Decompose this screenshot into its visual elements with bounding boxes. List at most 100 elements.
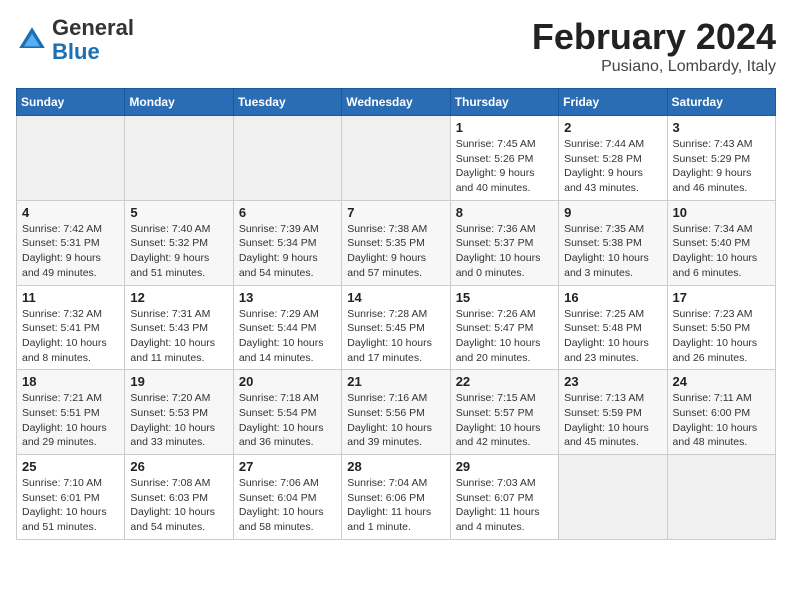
day-number: 17	[673, 290, 770, 305]
day-number: 6	[239, 205, 336, 220]
calendar-cell: 28Sunrise: 7:04 AM Sunset: 6:06 PM Dayli…	[342, 455, 450, 540]
day-number: 27	[239, 459, 336, 474]
header-cell-thursday: Thursday	[450, 89, 558, 116]
day-number: 16	[564, 290, 661, 305]
calendar-cell: 4 Sunrise: 7:42 AM Sunset: 5:31 PM Daylig…	[17, 200, 125, 285]
page-header: General Blue February 2024 Pusiano, Lomb…	[16, 16, 776, 76]
calendar-cell: 12 Sunrise: 7:31 AM Sunset: 5:43 PM Dayli…	[125, 285, 233, 370]
day-info: Sunrise: 7:21 AM Sunset: 5:51 PM Dayligh…	[22, 391, 119, 450]
day-number: 14	[347, 290, 444, 305]
calendar-cell	[667, 455, 775, 540]
day-info: Sunrise: 7:16 AM Sunset: 5:56 PM Dayligh…	[347, 391, 444, 450]
day-info: Sunrise: 7:20 AM Sunset: 5:53 PM Dayligh…	[130, 391, 227, 450]
calendar-cell: 14Sunrise: 7:28 AM Sunset: 5:45 PM Dayli…	[342, 285, 450, 370]
day-number: 8	[456, 205, 553, 220]
week-row-2: 11 Sunrise: 7:32 AM Sunset: 5:41 PM Dayli…	[17, 285, 776, 370]
calendar-cell: 9 Sunrise: 7:35 AM Sunset: 5:38 PM Daylig…	[559, 200, 667, 285]
day-number: 23	[564, 374, 661, 389]
day-info: Sunrise: 7:03 AM Sunset: 6:07 PM Dayligh…	[456, 476, 553, 535]
calendar-cell: 26 Sunrise: 7:08 AM Sunset: 6:03 PM Dayli…	[125, 455, 233, 540]
calendar-cell: 3 Sunrise: 7:43 AM Sunset: 5:29 PM Daylig…	[667, 116, 775, 201]
day-number: 12	[130, 290, 227, 305]
calendar-cell: 25 Sunrise: 7:10 AM Sunset: 6:01 PM Dayli…	[17, 455, 125, 540]
calendar-cell: 27 Sunrise: 7:06 AM Sunset: 6:04 PM Dayli…	[233, 455, 341, 540]
day-info: Sunrise: 7:40 AM Sunset: 5:32 PM Dayligh…	[130, 222, 227, 281]
day-number: 4	[22, 205, 119, 220]
day-number: 18	[22, 374, 119, 389]
week-row-0: 1Sunrise: 7:45 AM Sunset: 5:26 PM Daylig…	[17, 116, 776, 201]
calendar-cell: 16 Sunrise: 7:25 AM Sunset: 5:48 PM Dayli…	[559, 285, 667, 370]
calendar-cell: 21 Sunrise: 7:16 AM Sunset: 5:56 PM Dayli…	[342, 370, 450, 455]
day-number: 15	[456, 290, 553, 305]
day-info: Sunrise: 7:06 AM Sunset: 6:04 PM Dayligh…	[239, 476, 336, 535]
header-cell-friday: Friday	[559, 89, 667, 116]
day-number: 7	[347, 205, 444, 220]
calendar-cell: 23 Sunrise: 7:13 AM Sunset: 5:59 PM Dayli…	[559, 370, 667, 455]
day-info: Sunrise: 7:42 AM Sunset: 5:31 PM Dayligh…	[22, 222, 119, 281]
day-info: Sunrise: 7:04 AM Sunset: 6:06 PM Dayligh…	[347, 476, 444, 535]
header-cell-sunday: Sunday	[17, 89, 125, 116]
calendar-cell: 18 Sunrise: 7:21 AM Sunset: 5:51 PM Dayli…	[17, 370, 125, 455]
header-cell-tuesday: Tuesday	[233, 89, 341, 116]
day-info: Sunrise: 7:08 AM Sunset: 6:03 PM Dayligh…	[130, 476, 227, 535]
day-info: Sunrise: 7:10 AM Sunset: 6:01 PM Dayligh…	[22, 476, 119, 535]
calendar-cell: 7 Sunrise: 7:38 AM Sunset: 5:35 PM Daylig…	[342, 200, 450, 285]
calendar-cell	[342, 116, 450, 201]
day-info: Sunrise: 7:26 AM Sunset: 5:47 PM Dayligh…	[456, 307, 553, 366]
day-number: 24	[673, 374, 770, 389]
day-number: 19	[130, 374, 227, 389]
day-info: Sunrise: 7:35 AM Sunset: 5:38 PM Dayligh…	[564, 222, 661, 281]
calendar-cell: 1Sunrise: 7:45 AM Sunset: 5:26 PM Daylig…	[450, 116, 558, 201]
day-info: Sunrise: 7:23 AM Sunset: 5:50 PM Dayligh…	[673, 307, 770, 366]
calendar-cell: 10Sunrise: 7:34 AM Sunset: 5:40 PM Dayli…	[667, 200, 775, 285]
day-number: 29	[456, 459, 553, 474]
day-number: 26	[130, 459, 227, 474]
day-number: 10	[673, 205, 770, 220]
calendar-cell: 8 Sunrise: 7:36 AM Sunset: 5:37 PM Daylig…	[450, 200, 558, 285]
calendar-cell: 19 Sunrise: 7:20 AM Sunset: 5:53 PM Dayli…	[125, 370, 233, 455]
day-info: Sunrise: 7:36 AM Sunset: 5:37 PM Dayligh…	[456, 222, 553, 281]
title-block: February 2024 Pusiano, Lombardy, Italy	[532, 16, 776, 76]
week-row-3: 18 Sunrise: 7:21 AM Sunset: 5:51 PM Dayli…	[17, 370, 776, 455]
header-cell-monday: Monday	[125, 89, 233, 116]
calendar-cell	[17, 116, 125, 201]
day-info: Sunrise: 7:18 AM Sunset: 5:54 PM Dayligh…	[239, 391, 336, 450]
day-info: Sunrise: 7:29 AM Sunset: 5:44 PM Dayligh…	[239, 307, 336, 366]
calendar-body: 1Sunrise: 7:45 AM Sunset: 5:26 PM Daylig…	[17, 116, 776, 540]
day-number: 2	[564, 120, 661, 135]
calendar-cell: 11 Sunrise: 7:32 AM Sunset: 5:41 PM Dayli…	[17, 285, 125, 370]
calendar-cell: 13Sunrise: 7:29 AM Sunset: 5:44 PM Dayli…	[233, 285, 341, 370]
day-number: 5	[130, 205, 227, 220]
calendar-header: SundayMondayTuesdayWednesdayThursdayFrid…	[17, 89, 776, 116]
header-cell-saturday: Saturday	[667, 89, 775, 116]
day-info: Sunrise: 7:45 AM Sunset: 5:26 PM Dayligh…	[456, 137, 553, 196]
day-number: 9	[564, 205, 661, 220]
header-cell-wednesday: Wednesday	[342, 89, 450, 116]
day-number: 11	[22, 290, 119, 305]
header-row: SundayMondayTuesdayWednesdayThursdayFrid…	[17, 89, 776, 116]
calendar-cell: 24Sunrise: 7:11 AM Sunset: 6:00 PM Dayli…	[667, 370, 775, 455]
day-number: 21	[347, 374, 444, 389]
logo-icon	[16, 24, 48, 56]
day-info: Sunrise: 7:44 AM Sunset: 5:28 PM Dayligh…	[564, 137, 661, 196]
week-row-4: 25 Sunrise: 7:10 AM Sunset: 6:01 PM Dayli…	[17, 455, 776, 540]
calendar-cell: 2 Sunrise: 7:44 AM Sunset: 5:28 PM Daylig…	[559, 116, 667, 201]
day-info: Sunrise: 7:31 AM Sunset: 5:43 PM Dayligh…	[130, 307, 227, 366]
calendar-cell	[559, 455, 667, 540]
day-info: Sunrise: 7:15 AM Sunset: 5:57 PM Dayligh…	[456, 391, 553, 450]
day-info: Sunrise: 7:43 AM Sunset: 5:29 PM Dayligh…	[673, 137, 770, 196]
day-info: Sunrise: 7:32 AM Sunset: 5:41 PM Dayligh…	[22, 307, 119, 366]
day-number: 25	[22, 459, 119, 474]
day-info: Sunrise: 7:25 AM Sunset: 5:48 PM Dayligh…	[564, 307, 661, 366]
logo: General Blue	[16, 16, 134, 64]
calendar-table: SundayMondayTuesdayWednesdayThursdayFrid…	[16, 88, 776, 540]
day-info: Sunrise: 7:39 AM Sunset: 5:34 PM Dayligh…	[239, 222, 336, 281]
day-info: Sunrise: 7:13 AM Sunset: 5:59 PM Dayligh…	[564, 391, 661, 450]
day-number: 3	[673, 120, 770, 135]
day-info: Sunrise: 7:38 AM Sunset: 5:35 PM Dayligh…	[347, 222, 444, 281]
calendar-cell	[233, 116, 341, 201]
calendar-cell: 15 Sunrise: 7:26 AM Sunset: 5:47 PM Dayli…	[450, 285, 558, 370]
day-number: 20	[239, 374, 336, 389]
logo-text: General Blue	[52, 16, 134, 64]
calendar-cell: 22Sunrise: 7:15 AM Sunset: 5:57 PM Dayli…	[450, 370, 558, 455]
